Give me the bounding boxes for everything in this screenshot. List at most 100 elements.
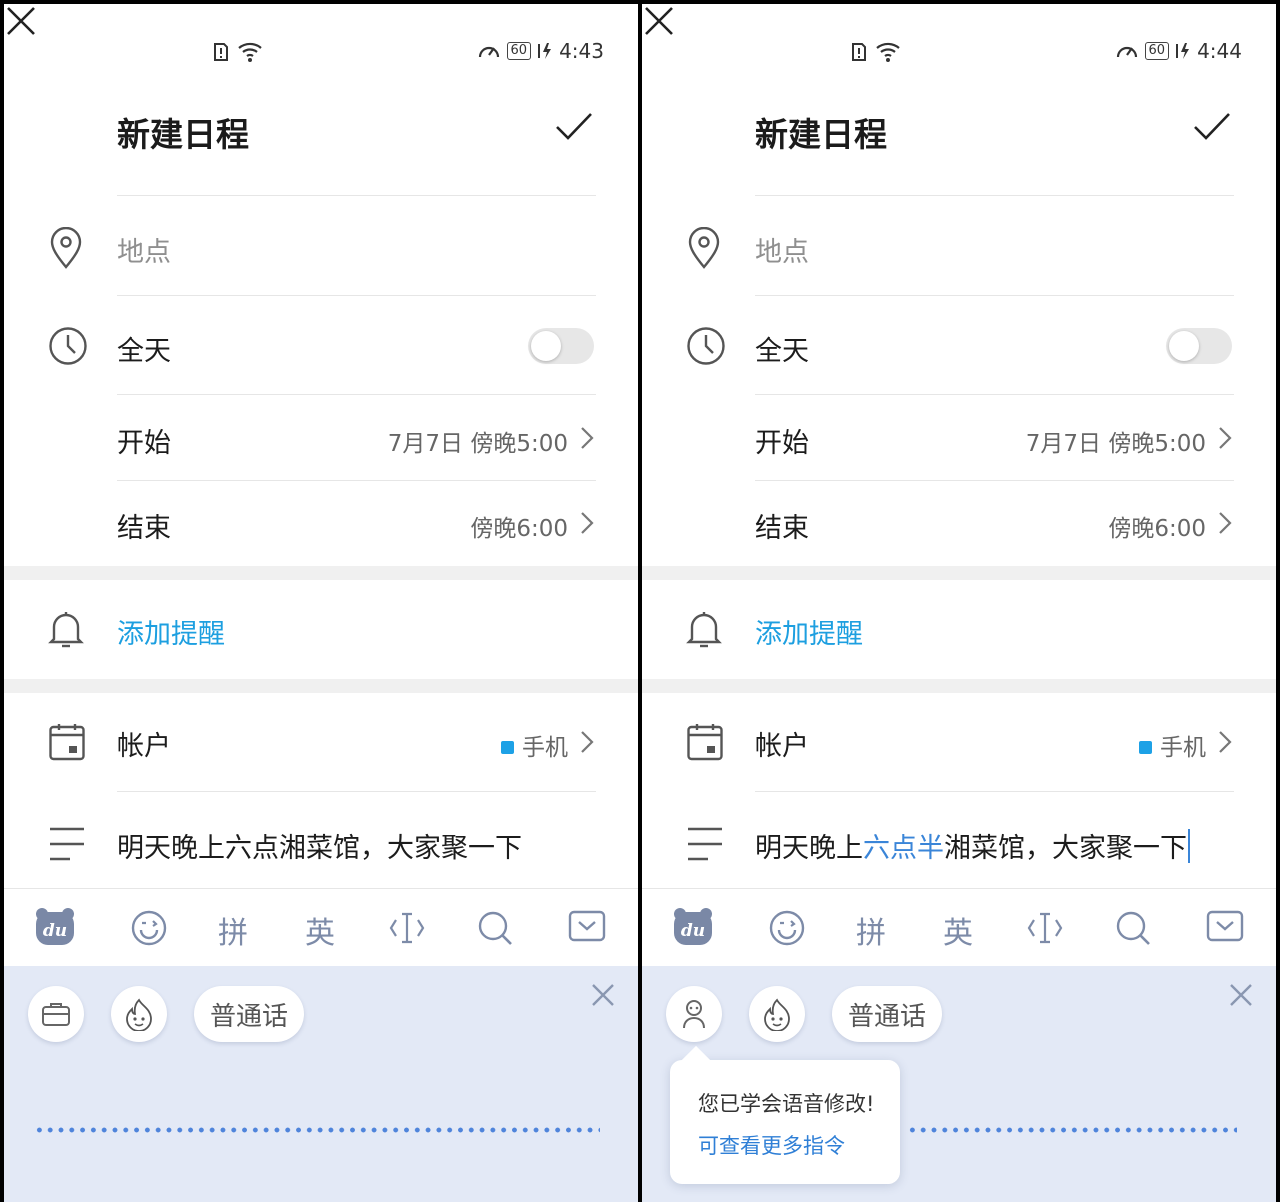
dialect-label: 普通话 bbox=[210, 1001, 289, 1032]
account-name: 手机 bbox=[1160, 735, 1206, 761]
emoji-icon[interactable] bbox=[130, 909, 168, 947]
end-value[interactable]: 傍晚6:00 bbox=[1108, 509, 1206, 543]
location-input[interactable]: 地点 bbox=[117, 230, 171, 269]
confirm-check-icon[interactable] bbox=[554, 110, 594, 144]
chevron-right-icon[interactable] bbox=[1216, 729, 1234, 755]
bell-icon bbox=[686, 612, 722, 648]
dialect-button[interactable]: 普通话 bbox=[832, 986, 942, 1042]
keyboard-collapse-icon[interactable] bbox=[1206, 910, 1244, 942]
clock-icon bbox=[687, 327, 725, 365]
location-input[interactable]: 地点 bbox=[755, 230, 809, 269]
baidu-du-logo-icon[interactable]: du bbox=[34, 906, 76, 948]
divider bbox=[117, 480, 596, 481]
briefcase-icon bbox=[42, 1003, 70, 1026]
pinyin-key[interactable]: 拼 bbox=[218, 908, 248, 952]
account-color-dot bbox=[1139, 741, 1152, 754]
start-label: 开始 bbox=[755, 428, 809, 459]
note-text: 明天晚上 bbox=[755, 833, 863, 864]
calendar-account-icon bbox=[49, 724, 85, 761]
note-text-after: 湘菜馆，大家聚一下 bbox=[944, 833, 1187, 864]
calendar-new-event-screen: 60 4:43 新建日程 地点 全天 开始 7月7日 傍晚5:00 结束 傍晚6… bbox=[4, 4, 638, 1202]
all-day-label: 全天 bbox=[117, 336, 171, 367]
clock-icon bbox=[49, 327, 87, 365]
baidu-du-logo-icon[interactable]: du bbox=[672, 906, 714, 948]
start-value[interactable]: 7月7日 傍晚5:00 bbox=[1026, 424, 1206, 458]
clock: 4:44 bbox=[1197, 39, 1242, 63]
divider bbox=[755, 295, 1234, 296]
location-pin-icon bbox=[50, 227, 82, 269]
divider bbox=[755, 791, 1234, 792]
add-reminder-link[interactable]: 添加提醒 bbox=[117, 612, 225, 651]
wifi-icon bbox=[238, 42, 262, 62]
divider bbox=[117, 295, 596, 296]
voice-waveform bbox=[34, 1126, 600, 1134]
robot-assistant-icon bbox=[683, 1000, 705, 1029]
clock: 4:43 bbox=[559, 39, 604, 63]
divider bbox=[117, 394, 596, 395]
page-title: 新建日程 bbox=[755, 115, 887, 154]
charging-icon bbox=[538, 43, 552, 59]
emoji-icon[interactable] bbox=[768, 909, 806, 947]
voice-avatar-button[interactable] bbox=[111, 986, 167, 1042]
sim-alert-icon bbox=[214, 43, 228, 61]
chevron-right-icon[interactable] bbox=[578, 729, 596, 755]
divider bbox=[117, 791, 596, 792]
end-label: 结束 bbox=[117, 513, 171, 544]
speed-gauge-icon bbox=[478, 46, 499, 58]
cursor-move-icon[interactable] bbox=[1026, 910, 1064, 946]
dialect-button[interactable]: 普通话 bbox=[194, 986, 304, 1042]
search-icon[interactable] bbox=[1114, 909, 1152, 947]
section-separator bbox=[642, 679, 1276, 693]
close-voice-icon[interactable] bbox=[1228, 982, 1254, 1008]
chevron-right-icon[interactable] bbox=[1216, 425, 1234, 451]
voice-tip-popover: 您已学会语音修改! 可查看更多指令 bbox=[670, 1060, 900, 1184]
chevron-right-icon[interactable] bbox=[1216, 510, 1234, 536]
location-pin-icon bbox=[688, 227, 720, 269]
keyboard-collapse-icon[interactable] bbox=[568, 910, 606, 942]
confirm-check-icon[interactable] bbox=[1192, 110, 1232, 144]
english-key[interactable]: 英 bbox=[943, 908, 973, 952]
more-commands-link[interactable]: 可查看更多指令 bbox=[698, 1130, 845, 1160]
start-label: 开始 bbox=[117, 428, 171, 459]
flame-mascot-icon bbox=[764, 998, 790, 1031]
section-separator bbox=[4, 566, 638, 580]
voice-assistant-button[interactable] bbox=[666, 986, 722, 1042]
notes-input[interactable]: 明天晚上六点湘菜馆，大家聚一下 bbox=[117, 826, 522, 865]
account-value[interactable]: 手机 bbox=[1139, 728, 1206, 762]
divider bbox=[755, 394, 1234, 395]
notes-input[interactable]: 明天晚上六点半湘菜馆，大家聚一下 bbox=[755, 826, 1190, 865]
cursor-move-icon[interactable] bbox=[388, 910, 426, 946]
add-reminder-link[interactable]: 添加提醒 bbox=[755, 612, 863, 651]
end-value[interactable]: 傍晚6:00 bbox=[470, 509, 568, 543]
dialect-label: 普通话 bbox=[848, 1001, 927, 1032]
bell-icon bbox=[48, 612, 84, 648]
section-separator bbox=[642, 566, 1276, 580]
battery-level: 60 bbox=[506, 42, 532, 60]
end-label: 结束 bbox=[755, 513, 809, 544]
calendar-new-event-screen: 60 4:44 新建日程 地点 全天 开始 7月7日 傍晚5:00 结束 傍晚6… bbox=[642, 4, 1276, 1202]
voice-waveform bbox=[907, 1126, 1237, 1134]
account-value[interactable]: 手机 bbox=[501, 728, 568, 762]
section-separator bbox=[4, 679, 638, 693]
english-key[interactable]: 英 bbox=[305, 908, 335, 952]
toolbox-button[interactable] bbox=[28, 986, 84, 1042]
voice-avatar-button[interactable] bbox=[749, 986, 805, 1042]
chevron-right-icon[interactable] bbox=[578, 510, 596, 536]
all-day-label: 全天 bbox=[755, 336, 809, 367]
divider bbox=[117, 195, 596, 196]
search-icon[interactable] bbox=[476, 909, 514, 947]
sim-alert-icon bbox=[852, 43, 866, 61]
chevron-right-icon[interactable] bbox=[578, 425, 596, 451]
start-value[interactable]: 7月7日 傍晚5:00 bbox=[388, 424, 568, 458]
notes-icon bbox=[688, 827, 722, 861]
note-text: 明天晚上六点湘菜馆，大家聚一下 bbox=[117, 833, 522, 864]
account-name: 手机 bbox=[522, 735, 568, 761]
close-voice-icon[interactable] bbox=[590, 982, 616, 1008]
account-label: 帐户 bbox=[117, 731, 171, 762]
page-title: 新建日程 bbox=[117, 115, 249, 154]
pinyin-key[interactable]: 拼 bbox=[856, 908, 886, 952]
all-day-toggle[interactable] bbox=[528, 328, 594, 364]
comparison-screenshot: 60 4:43 新建日程 地点 全天 开始 7月7日 傍晚5:00 结束 傍晚6… bbox=[0, 0, 1280, 1202]
status-bar: 60 4:44 bbox=[642, 4, 1276, 100]
all-day-toggle[interactable] bbox=[1166, 328, 1232, 364]
